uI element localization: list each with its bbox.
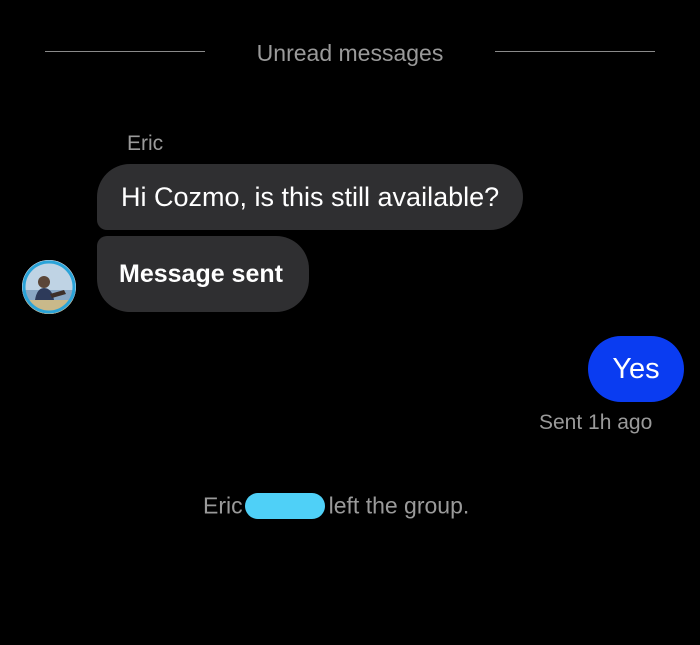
system-message-name: Eric [203,492,243,519]
outgoing-message-bubble[interactable]: Yes [588,336,684,402]
sender-name: Eric [127,132,164,155]
redaction-mark [244,492,325,519]
system-message-text: left the group. [328,492,470,519]
unread-messages-divider: Unread messages [0,34,700,70]
unread-messages-label: Unread messages [256,40,444,66]
divider-line-right [495,51,655,52]
system-message: Eric left the group. [203,491,469,521]
user-avatar-icon [22,260,76,314]
incoming-message-bubble[interactable]: Hi Cozmo, is this still available? [97,164,524,230]
message-status: Sent 1h ago [539,411,653,434]
sender-avatar[interactable] [22,260,76,314]
message-sent-bubble[interactable]: Message sent [97,236,309,312]
